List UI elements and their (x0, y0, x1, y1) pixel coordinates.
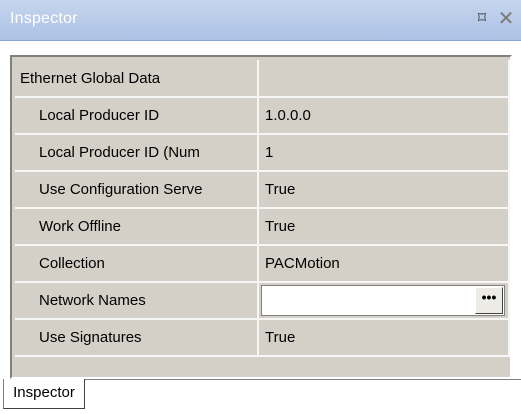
property-value[interactable]: 1.0.0.0 (258, 97, 510, 135)
property-row-network-names[interactable]: Network Names ••• (15, 282, 510, 320)
property-value-editor-cell: ••• (258, 282, 510, 320)
property-value[interactable]: True (258, 208, 510, 246)
property-name: Collection (15, 245, 259, 283)
property-name: Network Names (15, 282, 259, 320)
property-row-use-configuration-server[interactable]: Use Configuration Serve True (15, 171, 510, 209)
category-name: Ethernet Global Data (15, 60, 259, 98)
property-value[interactable]: True (258, 319, 510, 357)
tab-inspector[interactable]: Inspector (3, 379, 85, 409)
property-value[interactable]: 1 (258, 134, 510, 172)
property-name: Use Configuration Serve (15, 171, 259, 209)
property-value[interactable]: PACMotion (258, 245, 510, 283)
property-name: Local Producer ID (Num (15, 134, 259, 172)
property-table: Ethernet Global Data Local Producer ID 1… (15, 60, 510, 357)
network-names-input[interactable]: ••• (261, 285, 505, 316)
tab-strip: Inspector (0, 379, 521, 414)
category-value (258, 60, 510, 98)
property-value[interactable]: True (258, 171, 510, 209)
category-row[interactable]: Ethernet Global Data (15, 60, 510, 98)
property-name: Work Offline (15, 208, 259, 246)
property-row-work-offline[interactable]: Work Offline True (15, 208, 510, 246)
ellipsis-icon[interactable]: ••• (475, 287, 503, 314)
inspector-window: Inspector ⌑ ✕ Ethernet Global Data Local… (0, 0, 521, 414)
property-row-local-producer-id[interactable]: Local Producer ID 1.0.0.0 (15, 97, 510, 135)
property-name: Use Signatures (15, 319, 259, 357)
close-icon[interactable]: ✕ (496, 8, 516, 30)
property-row-local-producer-id-num[interactable]: Local Producer ID (Num 1 (15, 134, 510, 172)
property-row-collection[interactable]: Collection PACMotion (15, 245, 510, 283)
tab-strip-divider (85, 379, 521, 380)
inspector-titlebar[interactable]: Inspector ⌑ ✕ (0, 0, 521, 41)
property-row-use-signatures[interactable]: Use Signatures True (15, 319, 510, 357)
pin-icon[interactable]: ⌑ (473, 9, 491, 29)
property-grid: Ethernet Global Data Local Producer ID 1… (10, 55, 512, 379)
window-title: Inspector (10, 10, 78, 27)
property-name: Local Producer ID (15, 97, 259, 135)
